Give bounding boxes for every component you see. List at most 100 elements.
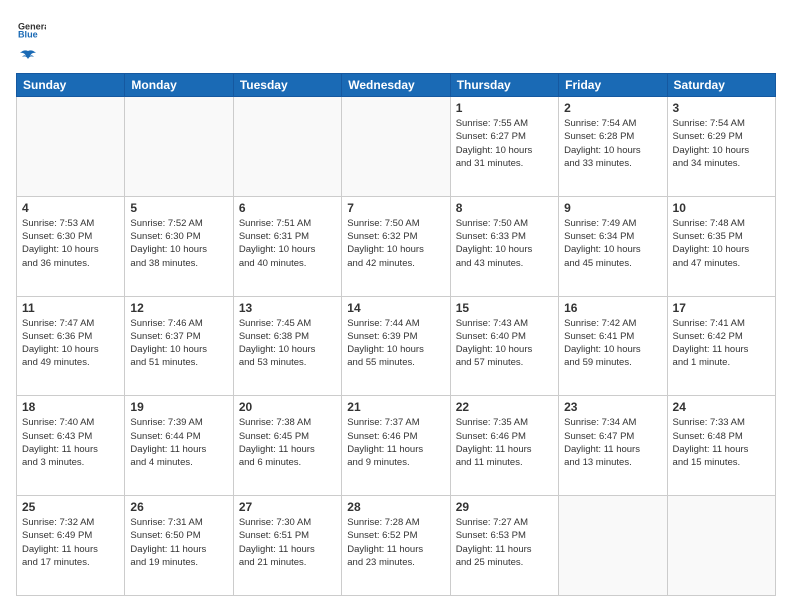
day-number: 1: [456, 101, 553, 115]
calendar-day: 19 Sunrise: 7:39 AM Sunset: 6:44 PM Dayli…: [125, 396, 233, 496]
calendar-day: 20 Sunrise: 7:38 AM Sunset: 6:45 PM Dayli…: [233, 396, 341, 496]
calendar-day: 16Sunrise: 7:42 AM Sunset: 6:41 PM Dayli…: [559, 296, 667, 396]
logo: General Blue: [16, 16, 46, 65]
day-info: Sunrise: 7:45 AM Sunset: 6:38 PM Dayligh…: [239, 317, 336, 370]
calendar-day: 21 Sunrise: 7:37 AM Sunset: 6:46 PM Dayli…: [342, 396, 450, 496]
day-info: Sunrise: 7:54 AM Sunset: 6:29 PM Dayligh…: [673, 117, 770, 170]
day-info: Sunrise: 7:49 AM Sunset: 6:34 PM Dayligh…: [564, 217, 661, 270]
day-number: 24: [673, 400, 770, 414]
calendar-day: 29 Sunrise: 7:27 AM Sunset: 6:53 PM Dayli…: [450, 496, 558, 596]
day-number: 17: [673, 301, 770, 315]
calendar-day: 8Sunrise: 7:50 AM Sunset: 6:33 PM Daylig…: [450, 196, 558, 296]
calendar-day: 27 Sunrise: 7:30 AM Sunset: 6:51 PM Dayli…: [233, 496, 341, 596]
logo-icon: General Blue: [18, 16, 46, 44]
calendar-day: 26 Sunrise: 7:31 AM Sunset: 6:50 PM Dayli…: [125, 496, 233, 596]
calendar-day: 15 Sunrise: 7:43 AM Sunset: 6:40 PM Dayli…: [450, 296, 558, 396]
day-info: Sunrise: 7:50 AM Sunset: 6:32 PM Dayligh…: [347, 217, 444, 270]
day-info: Sunrise: 7:38 AM Sunset: 6:45 PM Dayligh…: [239, 416, 336, 469]
day-info: Sunrise: 7:33 AM Sunset: 6:48 PM Dayligh…: [673, 416, 770, 469]
day-info: Sunrise: 7:41 AM Sunset: 6:42 PM Dayligh…: [673, 317, 770, 370]
calendar-table: SundayMondayTuesdayWednesdayThursdayFrid…: [16, 73, 776, 596]
day-number: 18: [22, 400, 119, 414]
weekday-header-wednesday: Wednesday: [342, 74, 450, 97]
calendar-week-3: 11 Sunrise: 7:47 AM Sunset: 6:36 PM Dayli…: [17, 296, 776, 396]
day-info: Sunrise: 7:43 AM Sunset: 6:40 PM Dayligh…: [456, 317, 553, 370]
calendar-day: [667, 496, 775, 596]
day-number: 25: [22, 500, 119, 514]
day-info: Sunrise: 7:28 AM Sunset: 6:52 PM Dayligh…: [347, 516, 444, 569]
day-info: Sunrise: 7:34 AM Sunset: 6:47 PM Dayligh…: [564, 416, 661, 469]
day-info: Sunrise: 7:46 AM Sunset: 6:37 PM Dayligh…: [130, 317, 227, 370]
logo-bird-icon: [18, 49, 38, 65]
calendar-day: [125, 97, 233, 197]
calendar-day: 22 Sunrise: 7:35 AM Sunset: 6:46 PM Dayli…: [450, 396, 558, 496]
calendar-day: 3 Sunrise: 7:54 AM Sunset: 6:29 PM Daylig…: [667, 97, 775, 197]
calendar-day: 23 Sunrise: 7:34 AM Sunset: 6:47 PM Dayli…: [559, 396, 667, 496]
day-number: 2: [564, 101, 661, 115]
day-number: 22: [456, 400, 553, 414]
day-number: 13: [239, 301, 336, 315]
day-info: Sunrise: 7:39 AM Sunset: 6:44 PM Dayligh…: [130, 416, 227, 469]
day-number: 26: [130, 500, 227, 514]
calendar-day: 24 Sunrise: 7:33 AM Sunset: 6:48 PM Dayli…: [667, 396, 775, 496]
day-number: 20: [239, 400, 336, 414]
page: General Blue SundayMondayTuesdayWedn: [0, 0, 792, 612]
day-info: Sunrise: 7:44 AM Sunset: 6:39 PM Dayligh…: [347, 317, 444, 370]
weekday-header-saturday: Saturday: [667, 74, 775, 97]
calendar-day: 28 Sunrise: 7:28 AM Sunset: 6:52 PM Dayli…: [342, 496, 450, 596]
calendar-day: 6Sunrise: 7:51 AM Sunset: 6:31 PM Daylig…: [233, 196, 341, 296]
day-info: Sunrise: 7:53 AM Sunset: 6:30 PM Dayligh…: [22, 217, 119, 270]
calendar-day: 12 Sunrise: 7:46 AM Sunset: 6:37 PM Dayli…: [125, 296, 233, 396]
svg-text:Blue: Blue: [18, 30, 38, 40]
day-info: Sunrise: 7:55 AM Sunset: 6:27 PM Dayligh…: [456, 117, 553, 170]
day-number: 4: [22, 201, 119, 215]
weekday-header-row: SundayMondayTuesdayWednesdayThursdayFrid…: [17, 74, 776, 97]
day-number: 23: [564, 400, 661, 414]
calendar-day: 17 Sunrise: 7:41 AM Sunset: 6:42 PM Dayli…: [667, 296, 775, 396]
weekday-header-thursday: Thursday: [450, 74, 558, 97]
day-info: Sunrise: 7:31 AM Sunset: 6:50 PM Dayligh…: [130, 516, 227, 569]
calendar-week-4: 18Sunrise: 7:40 AM Sunset: 6:43 PM Dayli…: [17, 396, 776, 496]
weekday-header-tuesday: Tuesday: [233, 74, 341, 97]
weekday-header-monday: Monday: [125, 74, 233, 97]
day-info: Sunrise: 7:30 AM Sunset: 6:51 PM Dayligh…: [239, 516, 336, 569]
day-info: Sunrise: 7:54 AM Sunset: 6:28 PM Dayligh…: [564, 117, 661, 170]
calendar-day: 5Sunrise: 7:52 AM Sunset: 6:30 PM Daylig…: [125, 196, 233, 296]
weekday-header-sunday: Sunday: [17, 74, 125, 97]
day-number: 14: [347, 301, 444, 315]
calendar-day: 25 Sunrise: 7:32 AM Sunset: 6:49 PM Dayli…: [17, 496, 125, 596]
day-info: Sunrise: 7:35 AM Sunset: 6:46 PM Dayligh…: [456, 416, 553, 469]
day-number: 7: [347, 201, 444, 215]
day-info: Sunrise: 7:27 AM Sunset: 6:53 PM Dayligh…: [456, 516, 553, 569]
day-number: 10: [673, 201, 770, 215]
day-number: 27: [239, 500, 336, 514]
calendar-day: 14 Sunrise: 7:44 AM Sunset: 6:39 PM Dayli…: [342, 296, 450, 396]
day-number: 19: [130, 400, 227, 414]
day-number: 12: [130, 301, 227, 315]
day-info: Sunrise: 7:37 AM Sunset: 6:46 PM Dayligh…: [347, 416, 444, 469]
calendar-week-2: 4 Sunrise: 7:53 AM Sunset: 6:30 PM Daylig…: [17, 196, 776, 296]
day-info: Sunrise: 7:32 AM Sunset: 6:49 PM Dayligh…: [22, 516, 119, 569]
calendar-day: [342, 97, 450, 197]
calendar-day: 4 Sunrise: 7:53 AM Sunset: 6:30 PM Daylig…: [17, 196, 125, 296]
day-number: 3: [673, 101, 770, 115]
day-info: Sunrise: 7:48 AM Sunset: 6:35 PM Dayligh…: [673, 217, 770, 270]
calendar-day: [17, 97, 125, 197]
calendar-day: [559, 496, 667, 596]
day-number: 9: [564, 201, 661, 215]
day-number: 15: [456, 301, 553, 315]
day-number: 28: [347, 500, 444, 514]
day-number: 29: [456, 500, 553, 514]
calendar-day: [233, 97, 341, 197]
day-info: Sunrise: 7:50 AM Sunset: 6:33 PM Dayligh…: [456, 217, 553, 270]
calendar-week-1: 1 Sunrise: 7:55 AM Sunset: 6:27 PM Daylig…: [17, 97, 776, 197]
weekday-header-friday: Friday: [559, 74, 667, 97]
day-number: 21: [347, 400, 444, 414]
header: General Blue: [16, 16, 776, 65]
calendar-day: 1 Sunrise: 7:55 AM Sunset: 6:27 PM Daylig…: [450, 97, 558, 197]
calendar-week-5: 25 Sunrise: 7:32 AM Sunset: 6:49 PM Dayli…: [17, 496, 776, 596]
day-info: Sunrise: 7:47 AM Sunset: 6:36 PM Dayligh…: [22, 317, 119, 370]
day-number: 11: [22, 301, 119, 315]
day-number: 6: [239, 201, 336, 215]
day-number: 16: [564, 301, 661, 315]
